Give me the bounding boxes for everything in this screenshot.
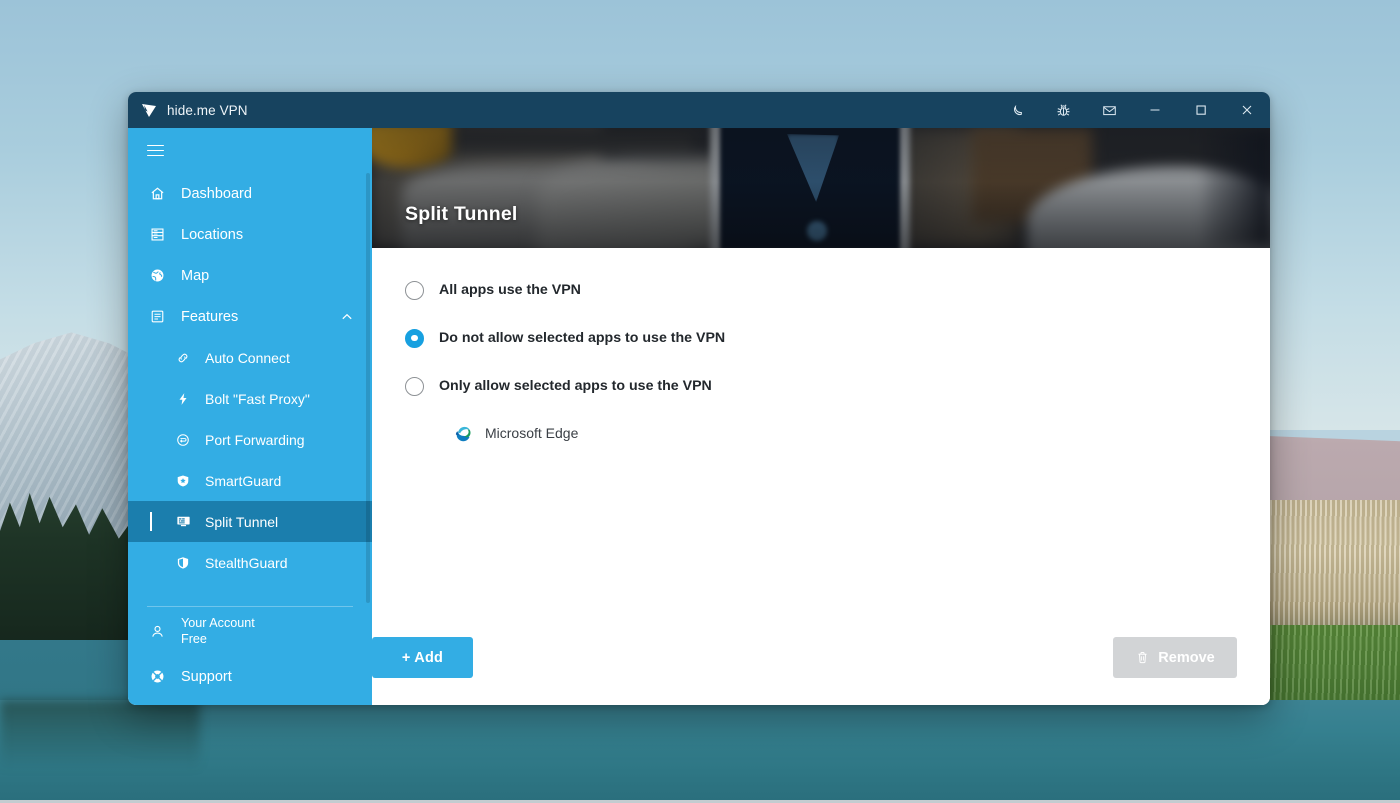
sidebar-item-support[interactable]: Support	[128, 656, 372, 697]
action-footer: + Add Remove	[372, 637, 1270, 678]
sidebar-item-map[interactable]: Map	[128, 255, 372, 296]
chevron-up-icon[interactable]	[340, 310, 354, 324]
sidebar-label: Auto Connect	[205, 349, 290, 366]
account-text: Your Account Free	[181, 615, 255, 648]
sidebar-label: Split Tunnel	[205, 513, 279, 530]
desktop-wallpaper: hide.me VPN Dashboard Locations Map Feat…	[0, 0, 1400, 803]
window-body: Dashboard Locations Map Features Auto Co…	[128, 128, 1270, 705]
close-icon[interactable]	[1224, 92, 1270, 128]
sidebar-item-port-forwarding[interactable]: Port Forwarding	[128, 419, 372, 460]
radio-label: Only allow selected apps to use the VPN	[439, 378, 712, 394]
radio-button-selected[interactable]	[405, 328, 424, 348]
wallpaper-reflection	[0, 700, 200, 770]
radio-option-all-apps[interactable]: All apps use the VPN	[405, 276, 1270, 304]
mail-icon[interactable]	[1086, 92, 1132, 128]
sidebar-label: Locations	[181, 226, 244, 243]
sidebar-item-auto-connect[interactable]: Auto Connect	[128, 337, 372, 378]
account-title: Your Account	[181, 615, 255, 630]
page-banner: Split Tunnel	[372, 128, 1270, 248]
link-icon	[173, 348, 193, 368]
sidebar-item-your-account[interactable]: Your Account Free	[128, 607, 372, 656]
shield-icon	[173, 553, 193, 573]
radio-button[interactable]	[405, 280, 424, 300]
hamburger-icon[interactable]	[128, 128, 372, 173]
sidebar-item-stealthguard[interactable]: StealthGuard	[128, 542, 372, 583]
sidebar-label: Features	[181, 308, 239, 325]
sidebar-bottom: Your Account Free Support	[128, 607, 372, 705]
sidebar-item-locations[interactable]: Locations	[128, 214, 372, 255]
bug-report-icon[interactable]	[1040, 92, 1086, 128]
wallpaper-lake	[0, 700, 1400, 803]
sidebar-label: SmartGuard	[205, 472, 282, 489]
support-label: Support	[181, 668, 232, 685]
sidebar-item-smartguard[interactable]: SmartGuard	[128, 460, 372, 501]
radio-label: All apps use the VPN	[439, 282, 581, 298]
sidebar-scrollbar[interactable]	[366, 173, 370, 603]
remove-button[interactable]: Remove	[1113, 637, 1237, 678]
microsoft-edge-icon	[452, 423, 472, 443]
remove-label: Remove	[1158, 649, 1215, 666]
port-forwarding-icon	[173, 430, 193, 450]
account-plan: Free	[181, 632, 207, 647]
hamburger-lines	[147, 144, 164, 157]
bolt-icon	[173, 389, 193, 409]
sidebar-label: Dashboard	[181, 185, 252, 202]
dark-mode-icon[interactable]	[994, 92, 1040, 128]
monitor-icon	[173, 512, 193, 532]
list-icon	[147, 307, 167, 327]
home-icon	[147, 184, 167, 204]
banner-overlay	[372, 128, 1270, 248]
app-name: Microsoft Edge	[485, 425, 579, 441]
radio-button[interactable]	[405, 376, 424, 396]
sidebar-label: Port Forwarding	[205, 431, 305, 448]
window-title: hide.me VPN	[167, 102, 248, 118]
sidebar-label: Bolt "Fast Proxy"	[205, 390, 310, 407]
sidebar-item-features[interactable]: Features	[128, 296, 372, 337]
globe-icon	[147, 266, 167, 286]
list-item[interactable]: Microsoft Edge	[446, 418, 1270, 448]
smartguard-icon	[173, 471, 193, 491]
radio-label: Do not allow selected apps to use the VP…	[439, 330, 726, 346]
main-content: Split Tunnel All apps use the VPN Do not…	[372, 128, 1270, 705]
sidebar-item-bolt-fast-proxy[interactable]: Bolt "Fast Proxy"	[128, 378, 372, 419]
sidebar: Dashboard Locations Map Features Auto Co…	[128, 128, 372, 705]
server-icon	[147, 225, 167, 245]
sidebar-label: Map	[181, 267, 210, 284]
window-titlebar[interactable]: hide.me VPN	[128, 92, 1270, 128]
lifebuoy-icon	[147, 667, 167, 687]
user-icon	[147, 621, 167, 641]
radio-option-allow-selected[interactable]: Only allow selected apps to use the VPN	[405, 372, 1270, 400]
hideme-logo-icon	[140, 101, 158, 119]
maximize-icon[interactable]	[1178, 92, 1224, 128]
hide-me-vpn-window: hide.me VPN Dashboard Locations Map Feat…	[128, 92, 1270, 705]
split-tunnel-settings: All apps use the VPN Do not allow select…	[372, 248, 1270, 705]
sidebar-label: StealthGuard	[205, 554, 288, 571]
sidebar-item-dashboard[interactable]: Dashboard	[128, 173, 372, 214]
radio-option-disallow-selected[interactable]: Do not allow selected apps to use the VP…	[405, 324, 1270, 352]
add-button[interactable]: + Add	[372, 637, 473, 678]
sidebar-item-split-tunnel[interactable]: Split Tunnel	[128, 501, 372, 542]
trash-icon	[1135, 650, 1150, 665]
selected-apps-list: Microsoft Edge	[446, 418, 1270, 448]
minimize-icon[interactable]	[1132, 92, 1178, 128]
sidebar-nav-list: Dashboard Locations Map Features Auto Co…	[128, 173, 372, 598]
page-title: Split Tunnel	[405, 203, 518, 225]
